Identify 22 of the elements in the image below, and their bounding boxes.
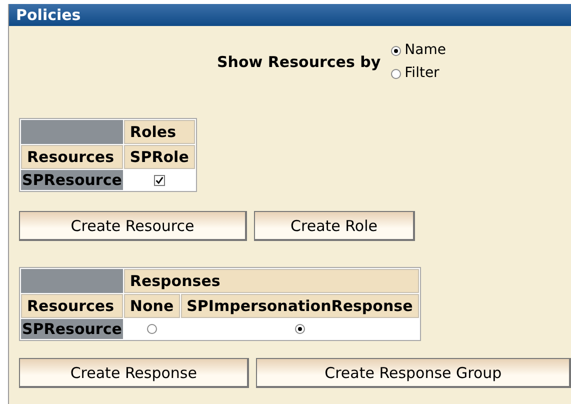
create-button[interactable]: Create Response: [19, 358, 250, 388]
row-header: Resources: [21, 145, 123, 169]
row-header: Resources: [21, 294, 123, 318]
column-header: None: [124, 294, 180, 318]
row-name: SPResource: [21, 170, 123, 190]
column-group-header: Roles: [124, 120, 195, 144]
radio-icon[interactable]: [146, 324, 157, 334]
create-button[interactable]: Create Resource: [19, 211, 247, 241]
row-name: SPResource: [21, 319, 123, 339]
checkbox[interactable]: [154, 175, 165, 186]
column-group-header: Responses: [124, 269, 419, 293]
radio-icon[interactable]: [390, 68, 401, 78]
create-button[interactable]: Create Response Group: [256, 358, 571, 388]
panel-title: Policies: [16, 6, 81, 24]
radio-option[interactable]: Name: [390, 39, 446, 62]
column-header: SPRole: [124, 145, 195, 169]
radio-option[interactable]: Filter: [390, 62, 446, 85]
radio-icon[interactable]: [390, 46, 401, 56]
radio-icon[interactable]: [294, 324, 305, 334]
create-button[interactable]: Create Role: [254, 211, 415, 241]
show-resources-label: Show Resources by: [217, 53, 381, 71]
column-header: SPImpersonationResponse: [180, 294, 419, 318]
